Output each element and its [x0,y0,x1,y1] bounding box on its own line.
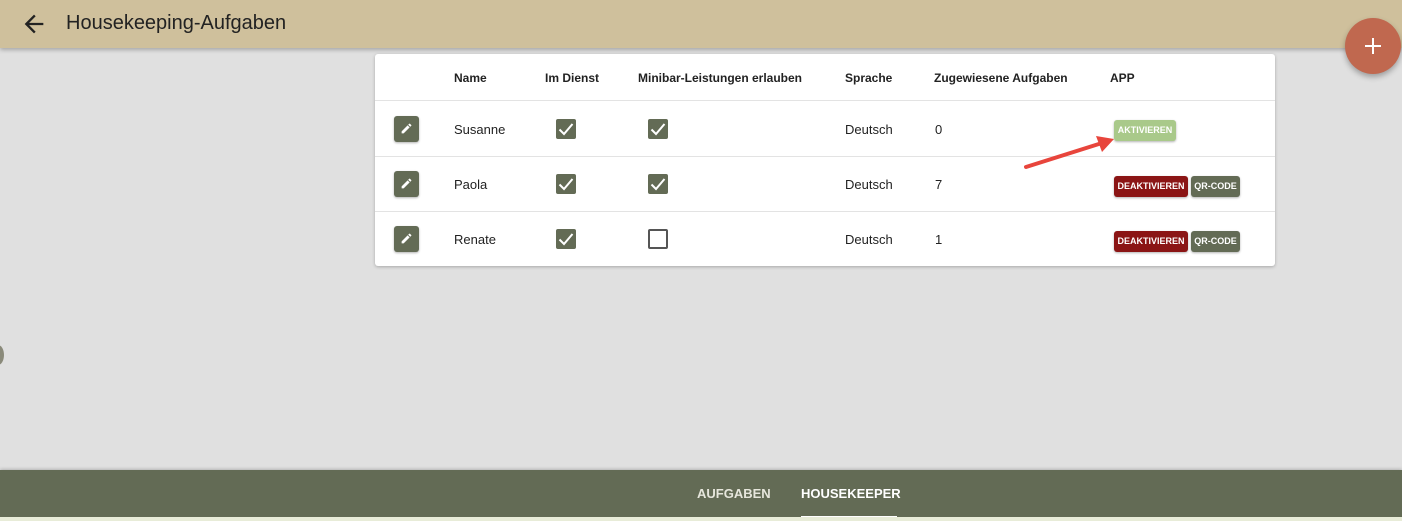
table-row: Renate Deutsch 1 DEAKTIVIEREN QR-CODE [375,212,1275,267]
im-dienst-checkbox[interactable] [556,229,576,249]
page-title: Housekeeping-Aufgaben [66,12,287,34]
checkmark-icon [558,178,574,191]
column-header-zugewiesene-aufgaben: Zugewiesene Aufgaben [934,71,1068,85]
deactivate-app-button[interactable]: DEAKTIVIEREN [1114,231,1188,252]
housekeeper-name: Renate [454,232,496,247]
column-header-im-dienst: Im Dienst [545,71,600,85]
app-header: Housekeeping-Aufgaben [0,0,1402,48]
activate-app-button[interactable]: AKTIVIEREN [1114,120,1176,141]
back-button[interactable] [20,10,48,38]
im-dienst-checkbox[interactable] [556,119,576,139]
sprache-value: Deutsch [845,232,893,247]
red-arrow-icon [1024,136,1114,169]
checkmark-icon [558,123,574,136]
column-header-app: APP [1110,71,1135,85]
pencil-icon [401,123,412,134]
housekeeper-table: Name Im Dienst Minibar-Leistungen erlaub… [375,54,1275,266]
column-header-name: Name [454,71,487,85]
column-header-sprache: Sprache [845,71,893,85]
aufgaben-count: 7 [935,177,943,192]
side-drawer-handle[interactable] [0,345,4,365]
plus-icon [1365,38,1381,54]
edit-button[interactable] [394,226,419,252]
table-row: Susanne Deutsch 0 AKTIVIEREN [375,102,1275,157]
minibar-checkbox[interactable] [648,229,668,249]
tab-housekeeper[interactable]: HOUSEKEEPER [801,486,901,501]
minibar-checkbox[interactable] [648,174,668,194]
checkmark-icon [650,123,666,136]
im-dienst-checkbox[interactable] [556,174,576,194]
tab-aufgaben[interactable]: AUFGABEN [697,486,771,501]
sprache-value: Deutsch [845,177,893,192]
aufgaben-count: 1 [935,232,943,247]
checkmark-icon [650,178,666,191]
qr-code-button[interactable]: QR-CODE [1191,176,1240,197]
table-row: Paola Deutsch 7 DEAKTIVIEREN QR-CODE [375,157,1275,212]
bottom-navigation: AUFGABEN HOUSEKEEPER [0,470,1402,521]
bottom-strip [0,517,1402,521]
edit-button[interactable] [394,171,419,197]
deactivate-app-button[interactable]: DEAKTIVIEREN [1114,176,1188,197]
qr-code-button[interactable]: QR-CODE [1191,231,1240,252]
pencil-icon [401,178,412,189]
add-housekeeper-button[interactable] [1345,18,1401,74]
aufgaben-count: 0 [935,122,943,137]
housekeeper-name: Paola [454,177,488,192]
edit-button[interactable] [394,116,419,142]
housekeeper-name: Susanne [454,122,506,137]
column-header-minibar: Minibar-Leistungen erlauben [638,71,803,85]
checkmark-icon [558,233,574,246]
table-header: Name Im Dienst Minibar-Leistungen erlaub… [375,54,1275,101]
minibar-checkbox[interactable] [648,119,668,139]
sprache-value: Deutsch [845,122,893,137]
arrow-left-icon [24,14,44,34]
pencil-icon [401,233,412,244]
